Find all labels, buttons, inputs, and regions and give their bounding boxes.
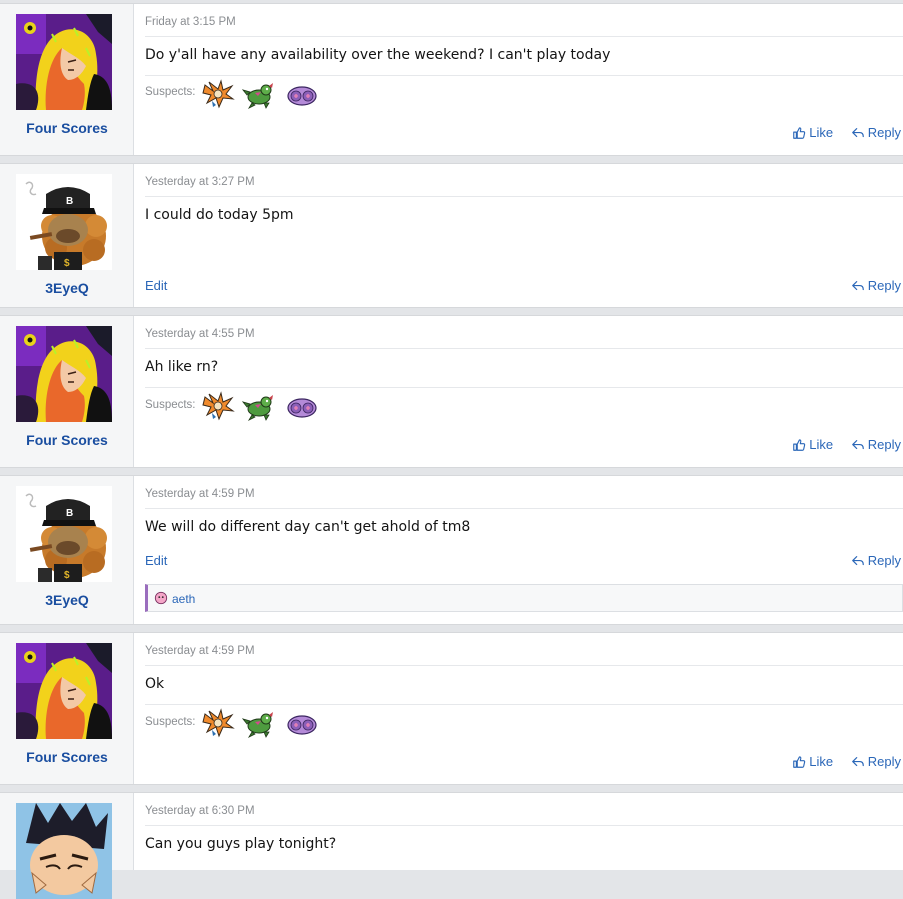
user-pane: Four Scores: [0, 316, 134, 467]
post: Four Scores Yesterday at 4:59 PM Ok Susp…: [0, 632, 903, 785]
reply-arrow-icon: [851, 755, 865, 769]
green-lizard-sprite-icon: [242, 709, 276, 739]
post-timestamp[interactable]: Yesterday at 4:55 PM: [145, 328, 255, 340]
post-message: Can you guys play tonight?: [145, 836, 337, 852]
post: 3EyeQ Yesterday at 4:59 PM We will do di…: [0, 475, 903, 625]
divider: [145, 36, 903, 37]
divider: [145, 75, 903, 76]
suspects-label: Suspects:: [145, 716, 196, 728]
reply-arrow-icon: [851, 279, 865, 293]
pink-swirl-sprite-icon: [285, 80, 319, 110]
thumbs-up-icon: [792, 755, 806, 769]
post-content: Yesterday at 4:59 PM We will do differen…: [135, 476, 903, 624]
suspects-label: Suspects:: [145, 399, 196, 411]
like-button[interactable]: Like: [792, 125, 833, 140]
post-content: Yesterday at 6:30 PM Can you guys play t…: [135, 793, 903, 870]
like-button[interactable]: Like: [792, 754, 833, 769]
avatar[interactable]: [16, 174, 112, 270]
post-message: Ah like rn?: [145, 359, 219, 375]
reply-arrow-icon: [851, 554, 865, 568]
post-actions: Reply: [837, 278, 901, 296]
reaction-user[interactable]: aeth: [172, 592, 195, 606]
post-content: Yesterday at 4:59 PM Ok Suspects: Like R…: [135, 633, 903, 784]
post-timestamp[interactable]: Yesterday at 4:59 PM: [145, 645, 255, 657]
reply-button[interactable]: Reply: [851, 553, 901, 568]
flame-bird-sprite-icon: [201, 708, 235, 738]
user-pane: Four Scores: [0, 633, 134, 784]
username[interactable]: Four Scores: [0, 120, 134, 136]
username[interactable]: 3EyeQ: [0, 592, 134, 608]
post-content: Yesterday at 3:27 PM I could do today 5p…: [135, 164, 903, 307]
user-pane: 3EyeQ: [0, 476, 134, 624]
post-actions: Like Reply: [778, 754, 901, 772]
reply-label: Reply: [867, 553, 901, 568]
post-timestamp[interactable]: Yesterday at 4:59 PM: [145, 488, 255, 500]
divider: [145, 704, 903, 705]
flame-bird-sprite-icon: [201, 79, 235, 109]
user-pane: 3EyeQ: [0, 164, 134, 307]
username[interactable]: Four Scores: [0, 432, 134, 448]
reply-arrow-icon: [851, 126, 865, 140]
divider: [145, 665, 903, 666]
avatar[interactable]: [16, 643, 112, 739]
flame-bird-sprite-icon: [201, 391, 235, 421]
divider: [145, 508, 903, 509]
post-timestamp[interactable]: Friday at 3:15 PM: [145, 16, 236, 28]
divider: [145, 387, 903, 388]
user-pane: [0, 793, 134, 870]
avatar[interactable]: [16, 14, 112, 110]
edit-button[interactable]: Edit: [145, 278, 167, 293]
pink-blob-react-icon: [154, 591, 168, 605]
green-lizard-sprite-icon: [242, 392, 276, 422]
post: Four Scores Friday at 3:15 PM Do y'all h…: [0, 3, 903, 156]
thumbs-up-icon: [792, 126, 806, 140]
post-actions: Like Reply: [778, 125, 901, 143]
like-label: Like: [809, 754, 834, 769]
post-content: Yesterday at 4:55 PM Ah like rn? Suspect…: [135, 316, 903, 467]
post-message: I could do today 5pm: [145, 207, 294, 223]
reply-button[interactable]: Reply: [851, 125, 901, 140]
post-actions: Reply: [837, 553, 901, 571]
thumbs-up-icon: [792, 438, 806, 452]
divider: [145, 196, 903, 197]
divider: [145, 348, 903, 349]
post-message: Ok: [145, 676, 165, 692]
reply-label: Reply: [867, 278, 901, 293]
post-message: We will do different day can't get ahold…: [145, 519, 471, 535]
post-content: Friday at 3:15 PM Do y'all have any avai…: [135, 4, 903, 155]
reactions-bar[interactable]: aeth: [145, 584, 903, 612]
username[interactable]: Four Scores: [0, 749, 134, 765]
reply-arrow-icon: [851, 438, 865, 452]
post-timestamp[interactable]: Yesterday at 3:27 PM: [145, 176, 255, 188]
divider: [145, 825, 903, 826]
pink-swirl-sprite-icon: [285, 709, 319, 739]
post: 3EyeQ Yesterday at 3:27 PM I could do to…: [0, 163, 903, 308]
reply-label: Reply: [867, 437, 901, 452]
reply-button[interactable]: Reply: [851, 278, 901, 293]
suspects-label: Suspects:: [145, 86, 196, 98]
post-timestamp[interactable]: Yesterday at 6:30 PM: [145, 805, 255, 817]
like-label: Like: [809, 125, 834, 140]
avatar[interactable]: [16, 803, 112, 899]
post: Yesterday at 6:30 PM Can you guys play t…: [0, 792, 903, 870]
like-label: Like: [809, 437, 834, 452]
like-button[interactable]: Like: [792, 437, 833, 452]
post: Four Scores Yesterday at 4:55 PM Ah like…: [0, 315, 903, 468]
reply-label: Reply: [867, 754, 901, 769]
username[interactable]: 3EyeQ: [0, 280, 134, 296]
post-message: Do y'all have any availability over the …: [145, 47, 611, 63]
user-pane: Four Scores: [0, 4, 134, 155]
green-lizard-sprite-icon: [242, 80, 276, 110]
avatar[interactable]: [16, 326, 112, 422]
reply-button[interactable]: Reply: [851, 754, 901, 769]
pink-swirl-sprite-icon: [285, 392, 319, 422]
post-actions: Like Reply: [778, 437, 901, 455]
reply-button[interactable]: Reply: [851, 437, 901, 452]
edit-button[interactable]: Edit: [145, 553, 167, 568]
reply-label: Reply: [867, 125, 901, 140]
avatar[interactable]: [16, 486, 112, 582]
